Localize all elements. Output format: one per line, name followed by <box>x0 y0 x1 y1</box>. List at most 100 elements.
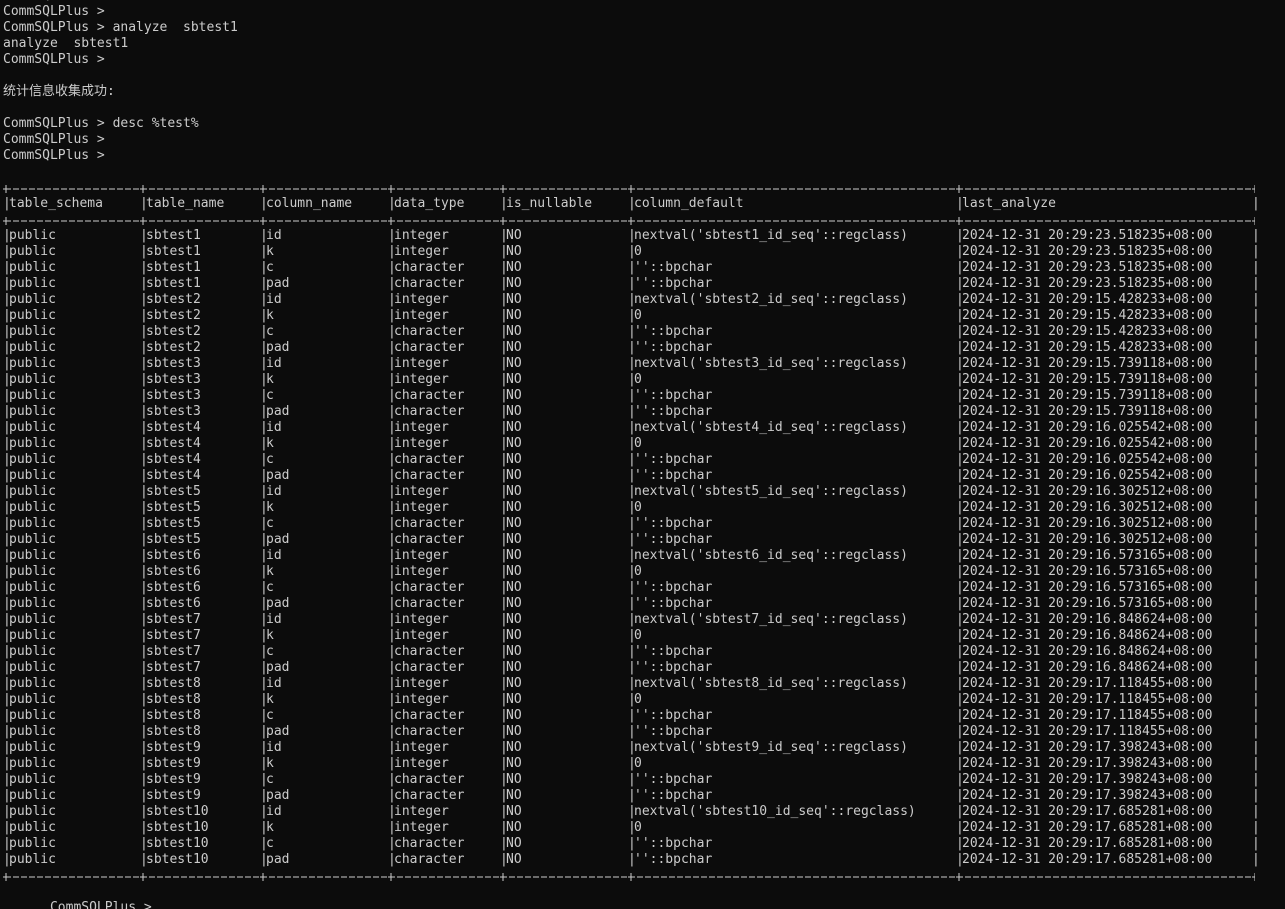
table-row: | | | | | | | | public sbtest9 id integer NO nextval(… <box>3 740 1285 756</box>
table-cell: character <box>394 660 465 675</box>
table-cell: NO <box>506 772 522 787</box>
history-line: analyze sbtest1 <box>3 36 129 51</box>
history-line: CommSQLPlus > <box>3 52 105 67</box>
table-cell: k <box>266 756 274 771</box>
table-cell: NO <box>506 324 522 339</box>
table-cell: NO <box>506 852 522 867</box>
table-row: | | | | | | | | public sbtest7 c character NO ''::bpc… <box>3 644 1285 660</box>
table-cell: public <box>9 692 56 707</box>
table-cell: nextval('sbtest6_id_seq'::regclass) <box>634 548 908 563</box>
table-cell: pad <box>266 660 290 675</box>
table-cell: c <box>266 708 274 723</box>
table-cell: public <box>9 484 56 499</box>
table-cell: sbtest6 <box>146 580 201 595</box>
column-separator: | <box>1252 356 1260 371</box>
table-row: | | | | | | | | public sbtest9 k integer NO 0 2024-12-… <box>3 756 1285 772</box>
table-cell: NO <box>506 532 522 547</box>
table-cell: 2024-12-31 20:29:17.685281+08:00 <box>962 852 1213 867</box>
table-row: | | | | | | | | public sbtest1 k integer NO 0 2024-12-… <box>3 244 1285 260</box>
table-cell: ''::bpchar <box>634 836 713 851</box>
column-separator: | <box>1252 484 1260 499</box>
table-cell: last_analyze <box>962 196 1056 211</box>
table-cell: sbtest5 <box>146 532 201 547</box>
history-line: 统计信息收集成功: <box>3 84 115 99</box>
table-cell: character <box>394 276 465 291</box>
table-row: | | | | | | | | public sbtest3 c character NO ''::bpc… <box>3 388 1285 404</box>
table-cell: sbtest5 <box>146 500 201 515</box>
table-cell: sbtest9 <box>146 756 201 771</box>
table-cell: nextval('sbtest7_id_seq'::regclass) <box>634 612 908 627</box>
table-cell: 2024-12-31 20:29:16.025542+08:00 <box>962 468 1213 483</box>
table-cell: k <box>266 628 274 643</box>
column-separator: | <box>1252 596 1260 611</box>
table-cell: 2024-12-31 20:29:15.428233+08:00 <box>962 292 1213 307</box>
table-cell: sbtest1 <box>146 228 201 243</box>
table-cell: NO <box>506 612 522 627</box>
table-cell: 2024-12-31 20:29:17.398243+08:00 <box>962 756 1213 771</box>
table-cell: ''::bpchar <box>634 452 713 467</box>
table-cell: public <box>9 436 56 451</box>
table-cell: pad <box>266 596 290 611</box>
table-cell: column_default <box>634 196 744 211</box>
column-separator: | <box>1252 372 1260 387</box>
table-cell: ''::bpchar <box>634 644 713 659</box>
table-cell: 2024-12-31 20:29:15.428233+08:00 <box>962 308 1213 323</box>
table-cell: sbtest4 <box>146 468 201 483</box>
column-separator: | <box>1252 852 1260 867</box>
table-header-row: | | | | | | | | table_schema table_name column_nam… <box>3 196 1285 212</box>
table-cell: 0 <box>634 436 642 451</box>
column-separator: | <box>1252 308 1260 323</box>
terminal-output: CommSQLPlus >CommSQLPlus >CommSQLPlus > … <box>3 0 1285 909</box>
table-cell: 2024-12-31 20:29:15.739118+08:00 <box>962 388 1213 403</box>
column-separator: | <box>1252 644 1260 659</box>
column-separator: | <box>1252 820 1260 835</box>
table-cell: public <box>9 612 56 627</box>
table-cell: public <box>9 804 56 819</box>
column-separator: | <box>1252 500 1260 515</box>
table-cell: 2024-12-31 20:29:17.118455+08:00 <box>962 724 1213 739</box>
table-cell: public <box>9 468 56 483</box>
table-cell: public <box>9 292 56 307</box>
table-cell: 0 <box>634 820 642 835</box>
table-cell: sbtest10 <box>146 836 209 851</box>
column-separator: | <box>1252 580 1260 595</box>
table-cell: pad <box>266 404 290 419</box>
table-cell: 2024-12-31 20:29:15.428233+08:00 <box>962 340 1213 355</box>
table-cell: c <box>266 580 274 595</box>
table-cell: public <box>9 788 56 803</box>
table-cell: public <box>9 708 56 723</box>
table-cell: character <box>394 596 465 611</box>
table-cell: sbtest3 <box>146 388 201 403</box>
table-cell: ''::bpchar <box>634 772 713 787</box>
table-cell: public <box>9 308 56 323</box>
table-cell: public <box>9 772 56 787</box>
column-separator: | <box>1252 260 1260 275</box>
table-cell: sbtest6 <box>146 548 201 563</box>
table-cell: 2024-12-31 20:29:23.518235+08:00 <box>962 228 1213 243</box>
table-cell: ''::bpchar <box>634 532 713 547</box>
table-cell: sbtest5 <box>146 516 201 531</box>
command-prompt-line[interactable]: CommSQLPlus > <box>3 884 1285 909</box>
table-cell: 0 <box>634 692 642 707</box>
table-row: | | | | | | | | public sbtest10 c character NO ''::bp… <box>3 836 1285 852</box>
table-cell: NO <box>506 420 522 435</box>
table-cell: id <box>266 676 282 691</box>
table-cell: id <box>266 420 282 435</box>
table-cell: 2024-12-31 20:29:17.685281+08:00 <box>962 836 1213 851</box>
table-cell: NO <box>506 484 522 499</box>
table-cell: sbtest2 <box>146 308 201 323</box>
table-cell: sbtest4 <box>146 436 201 451</box>
column-separator: | <box>1252 564 1260 579</box>
table-row: | | | | | | | | public sbtest2 k integer NO 0 2024-12-… <box>3 308 1285 324</box>
table-cell: character <box>394 852 465 867</box>
column-separator: | <box>1252 244 1260 259</box>
table-cell: sbtest1 <box>146 260 201 275</box>
table-cell: ''::bpchar <box>634 660 713 675</box>
terminal-window[interactable]: CommSQLPlus >CommSQLPlus >CommSQLPlus > … <box>0 0 1285 909</box>
table-cell: character <box>394 452 465 467</box>
table-row: | | | | | | | | public sbtest10 k integer NO 0 2024-12… <box>3 820 1285 836</box>
table-cell: public <box>9 836 56 851</box>
table-cell: character <box>394 644 465 659</box>
column-separator: | <box>1252 548 1260 563</box>
table-cell: character <box>394 836 465 851</box>
